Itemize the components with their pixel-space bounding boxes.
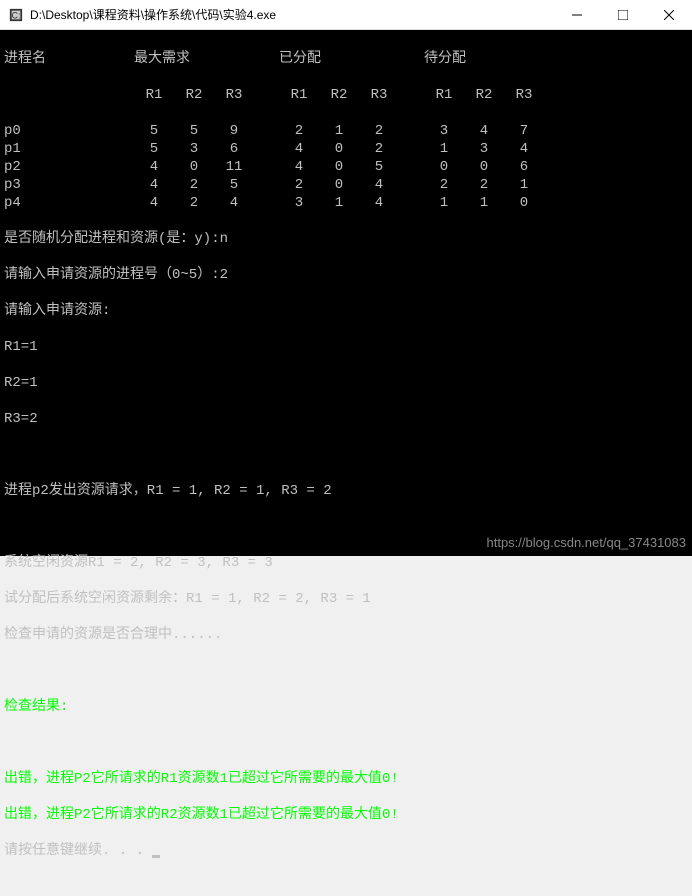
input-r2: R2=1 — [4, 374, 688, 392]
output-request: 进程p2发出资源请求，R1 = 1, R2 = 1, R3 = 2 — [4, 482, 688, 500]
error-line-2: 出错，进程P2它所请求的R2资源数1已超过它所需要的最大值0! — [4, 806, 688, 824]
input-r3: R3=2 — [4, 410, 688, 428]
table-header-row: 进程名最大需求已分配待分配 — [4, 50, 688, 68]
result-header: 检查结果: — [4, 698, 688, 716]
titlebar: C: D:\Desktop\课程资料\操作系统\代码\实验4.exe — [0, 0, 692, 30]
watermark: https://blog.csdn.net/qq_37431083 — [487, 534, 687, 552]
table-subheader-row: R1R2R3R1R2R3R1R2R3 — [4, 86, 688, 104]
input-r1: R1=1 — [4, 338, 688, 356]
header-alloc: 已分配 — [279, 50, 424, 68]
table-row: p3425204221 — [4, 176, 688, 194]
svg-text:C:: C: — [12, 10, 21, 20]
maximize-button[interactable] — [600, 0, 646, 29]
cursor-icon — [152, 855, 160, 858]
table-row: p0559212347 — [4, 122, 688, 140]
app-icon: C: — [8, 7, 24, 23]
prompt-random: 是否随机分配进程和资源(是：y):n — [4, 230, 688, 248]
table-row: p4424314110 — [4, 194, 688, 212]
output-idle: 系统空闲资源R1 = 2, R2 = 3, R3 = 3 — [4, 554, 688, 572]
continue-prompt: 请按任意键继续. . . — [4, 842, 688, 860]
output-checking: 检查申请的资源是否合理中...... — [4, 626, 688, 644]
header-proc: 进程名 — [4, 50, 134, 68]
header-need: 待分配 — [424, 50, 569, 68]
output-after: 试分配后系统空闲资源剩余：R1 = 1, R2 = 2, R3 = 1 — [4, 590, 688, 608]
minimize-button[interactable] — [554, 0, 600, 29]
close-button[interactable] — [646, 0, 692, 29]
error-line-1: 出错，进程P2它所请求的R1资源数1已超过它所需要的最大值0! — [4, 770, 688, 788]
table-row: p1536402134 — [4, 140, 688, 158]
prompt-input-res: 请输入申请资源: — [4, 302, 688, 320]
header-max: 最大需求 — [134, 50, 279, 68]
table-row: p24011405006 — [4, 158, 688, 176]
window-title: D:\Desktop\课程资料\操作系统\代码\实验4.exe — [30, 6, 554, 23]
window-controls — [554, 0, 692, 29]
prompt-proc-num: 请输入申请资源的进程号（0~5）:2 — [4, 266, 688, 284]
console-output[interactable]: 进程名最大需求已分配待分配 R1R2R3R1R2R3R1R2R3 p055921… — [0, 30, 692, 556]
